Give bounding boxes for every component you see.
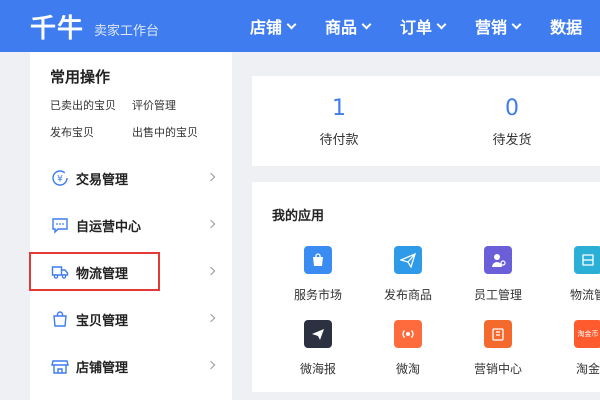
nav-store[interactable]: 店铺	[250, 14, 297, 38]
app-logistics[interactable]: 物流管	[548, 246, 600, 303]
chevron-right-icon	[206, 172, 216, 182]
quick-link-publish-item[interactable]: 发布宝贝	[50, 124, 94, 140]
nav-products-label: 商品	[325, 18, 358, 37]
yen-circle-icon: ¥	[50, 168, 70, 188]
order-stats-card: 1 待付款 0 待发货	[252, 76, 600, 166]
sidebar-item-logistics[interactable]: 物流管理	[30, 252, 232, 292]
main-nav: 店铺 商品 订单 营销 数据	[250, 0, 600, 52]
truck-icon	[50, 262, 70, 282]
app-taojin[interactable]: 淘金币 淘金	[548, 320, 600, 377]
store-icon	[50, 356, 70, 376]
sidebar-item-store[interactable]: 店铺管理	[30, 346, 232, 386]
svg-text:¥: ¥	[57, 175, 63, 185]
stat-label: 待发货	[492, 133, 532, 148]
app-publish-product[interactable]: 发布商品	[368, 246, 448, 303]
sidebar-item-label: 宝贝管理	[76, 313, 129, 329]
nav-data[interactable]: 数据	[550, 14, 582, 38]
weitao-icon	[394, 320, 422, 348]
sidebar-item-self-operation[interactable]: 自运营中心	[30, 205, 232, 245]
app-subtitle: 卖家工作台	[94, 24, 160, 39]
app-marketing-center[interactable]: 营销中心	[458, 320, 538, 377]
poster-icon	[304, 320, 332, 348]
sidebar-item-trade[interactable]: ¥ 交易管理	[30, 158, 232, 198]
app-label: 物流管	[569, 288, 600, 302]
employee-icon	[484, 246, 512, 274]
chevron-right-icon	[206, 219, 216, 229]
app-label: 微海报	[299, 362, 336, 376]
app-label: 服务市场	[293, 288, 342, 302]
marketing-icon	[484, 320, 512, 348]
nav-orders[interactable]: 订单	[400, 14, 447, 38]
my-apps-card: 我的应用 服务市场 发布商品 员工管理 物流管 微海报 微淘 营销中心 淘金币 …	[252, 182, 600, 392]
nav-store-label: 店铺	[250, 18, 283, 37]
stat-pending-payment[interactable]: 1 待付款	[289, 96, 389, 148]
nav-orders-label: 订单	[400, 18, 433, 37]
chevron-down-icon	[286, 19, 297, 29]
app-logo[interactable]: 千牛	[30, 8, 84, 45]
stat-value: 0	[505, 96, 519, 121]
app-service-market[interactable]: 服务市场	[278, 246, 358, 303]
quick-actions-title: 常用操作	[50, 68, 111, 86]
app-weitao[interactable]: 微淘	[368, 320, 448, 377]
chevron-right-icon	[206, 266, 216, 276]
app-label: 营销中心	[473, 362, 522, 376]
nav-data-label: 数据	[550, 18, 583, 37]
top-nav-bar: 千牛 卖家工作台 店铺 商品 订单 营销 数据	[0, 0, 600, 52]
sidebar-item-label: 物流管理	[76, 266, 129, 282]
app-label: 员工管理	[473, 288, 522, 302]
chevron-down-icon	[511, 19, 522, 29]
paper-plane-icon	[394, 246, 422, 274]
sidebar-item-label: 自运营中心	[76, 219, 142, 235]
nav-products[interactable]: 商品	[325, 14, 372, 38]
service-market-icon	[304, 246, 332, 274]
stat-label: 待付款	[319, 133, 359, 148]
chevron-right-icon	[206, 360, 216, 370]
chevron-down-icon	[436, 19, 447, 29]
sidebar-item-items[interactable]: 宝贝管理	[30, 299, 232, 339]
sidebar-item-label: 交易管理	[76, 172, 129, 188]
chevron-down-icon	[361, 19, 372, 29]
quick-link-sold-items[interactable]: 已卖出的宝贝	[50, 97, 116, 113]
my-apps-title: 我的应用	[272, 209, 325, 224]
app-micro-poster[interactable]: 微海报	[278, 320, 358, 377]
app-label: 发布商品	[383, 288, 432, 302]
shopping-bag-icon	[50, 309, 70, 329]
logistics-icon	[574, 246, 600, 274]
stat-pending-shipment[interactable]: 0 待发货	[462, 96, 562, 148]
nav-marketing-label: 营销	[475, 18, 508, 37]
app-employee-management[interactable]: 员工管理	[458, 246, 538, 303]
sidebar-item-label: 店铺管理	[76, 360, 129, 376]
quick-link-reviews[interactable]: 评价管理	[132, 97, 176, 113]
sidebar: 常用操作 已卖出的宝贝 评价管理 发布宝贝 出售中的宝贝 ¥ 交易管理 自运营中…	[30, 52, 232, 400]
taojin-icon: 淘金币	[574, 320, 600, 348]
chat-bubble-icon	[50, 215, 70, 235]
app-label: 淘金	[575, 362, 600, 376]
app-label: 微淘	[395, 362, 420, 376]
nav-marketing[interactable]: 营销	[475, 14, 522, 38]
stat-value: 1	[332, 96, 346, 121]
taojin-icon-text: 淘金币	[577, 330, 599, 338]
chevron-right-icon	[206, 313, 216, 323]
quick-link-items-on-sale[interactable]: 出售中的宝贝	[132, 124, 198, 140]
